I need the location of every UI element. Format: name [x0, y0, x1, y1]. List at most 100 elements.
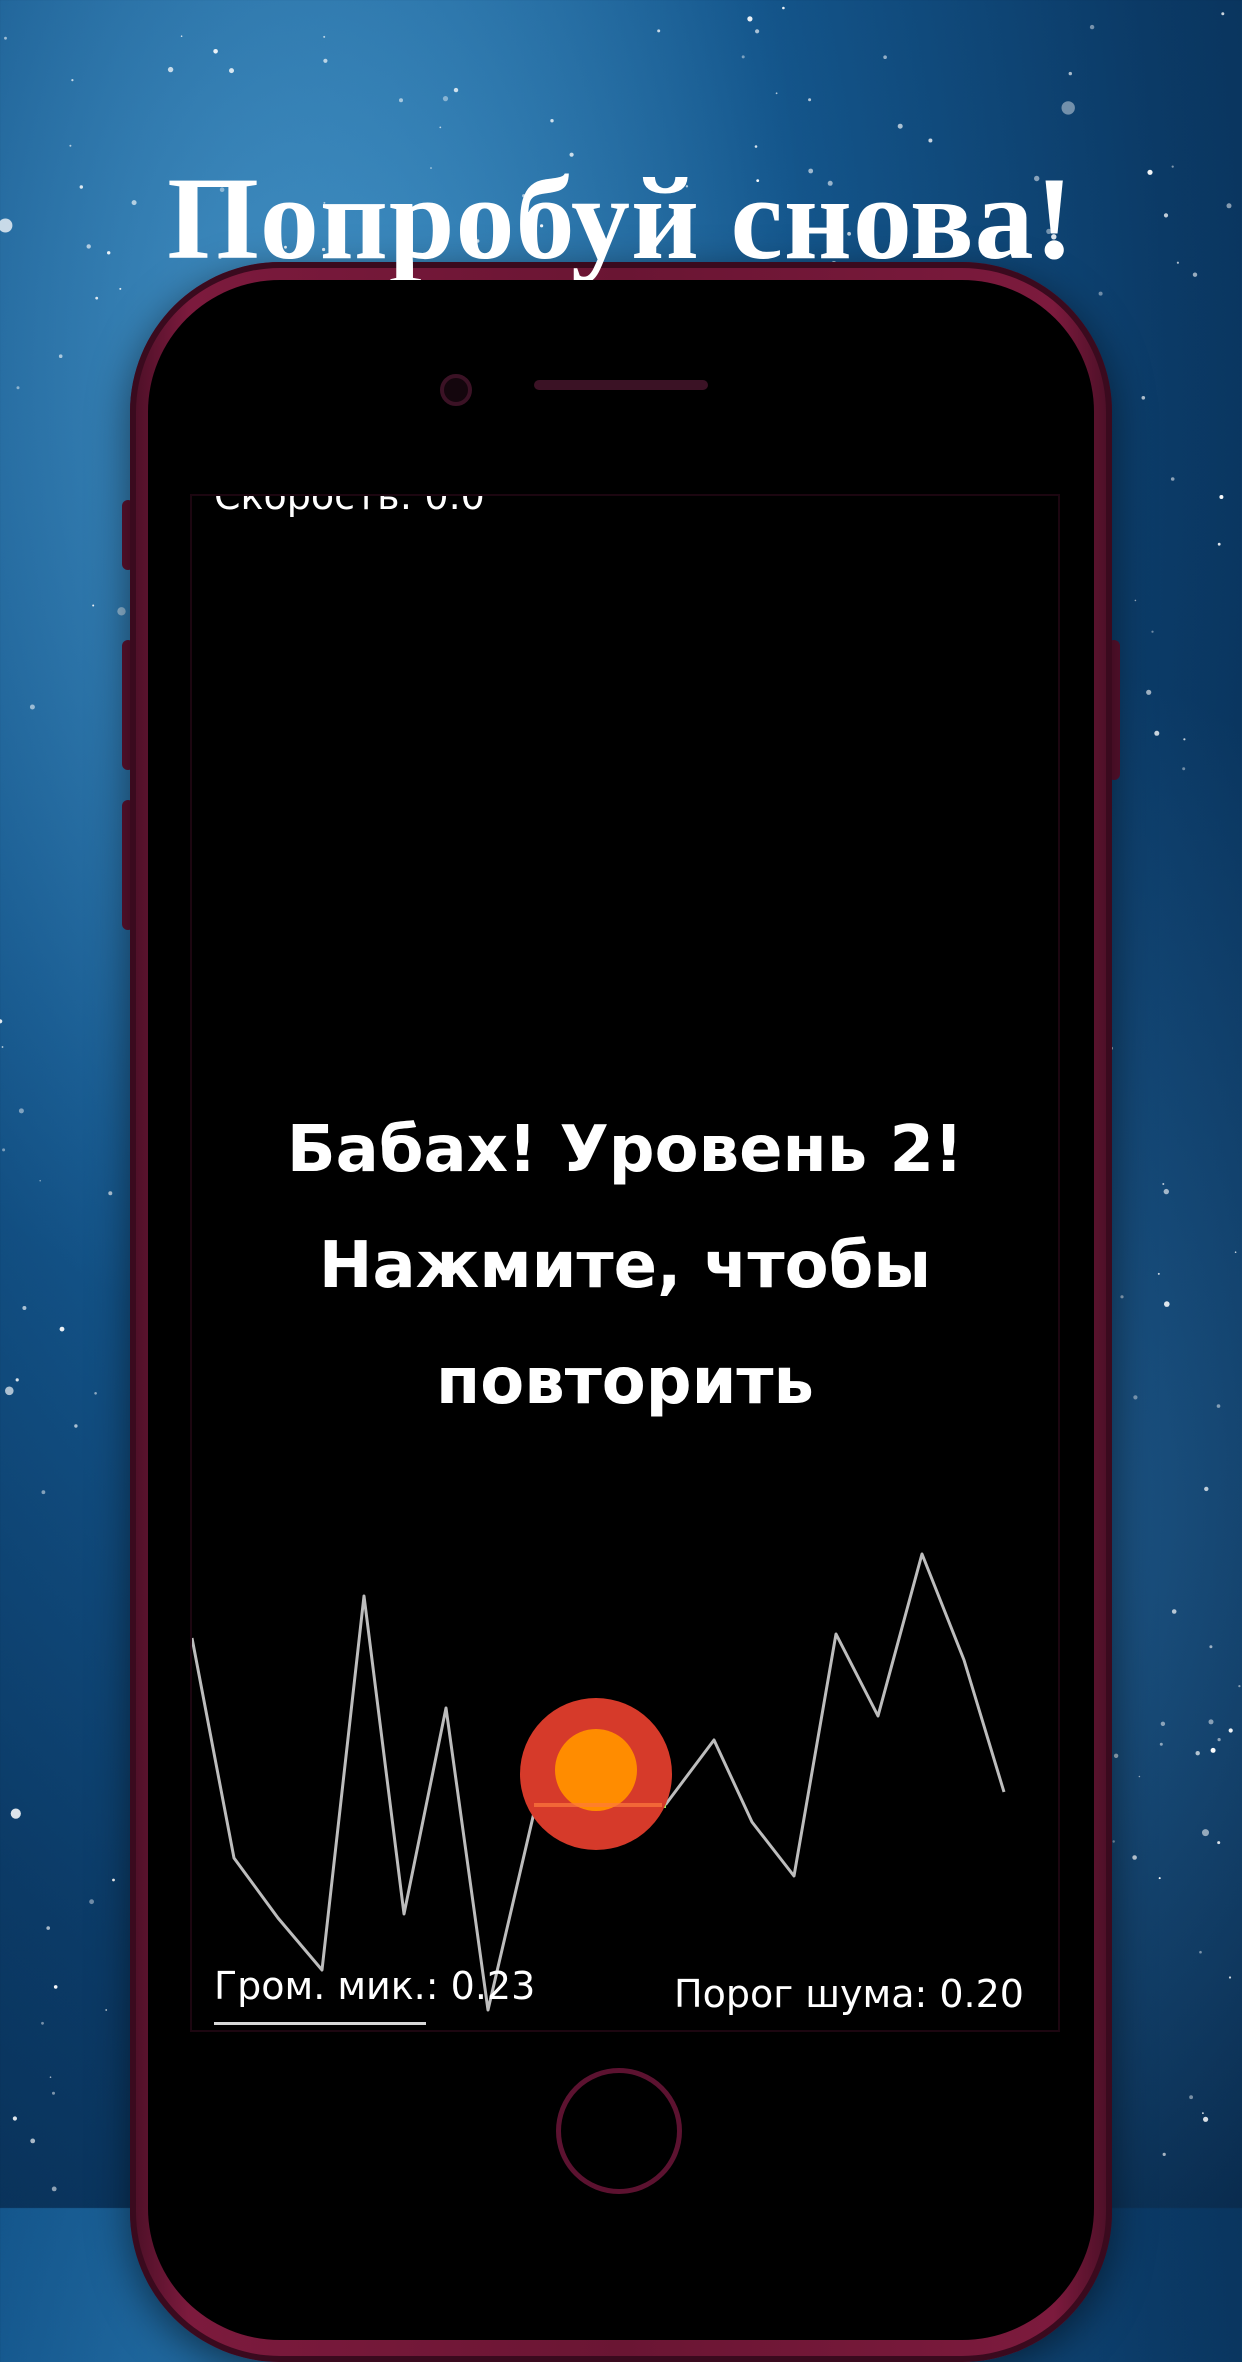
star — [22, 1306, 27, 1310]
star — [1163, 1188, 1170, 1195]
message-line-1: Бабах! Уровень 2! — [286, 1113, 964, 1187]
star — [51, 2186, 57, 2192]
star — [5, 1386, 14, 1396]
star — [167, 66, 174, 73]
star — [1228, 1728, 1233, 1733]
star — [18, 1108, 24, 1114]
star — [213, 49, 218, 54]
star — [1154, 730, 1160, 736]
star — [1221, 12, 1225, 16]
star — [1089, 24, 1095, 30]
earpiece-speaker — [534, 380, 708, 390]
star — [1208, 1719, 1214, 1725]
star — [1068, 71, 1073, 76]
star — [1160, 1721, 1166, 1727]
star — [2, 1148, 6, 1152]
star — [105, 2009, 108, 2011]
star — [95, 296, 99, 300]
star — [16, 386, 20, 390]
message-line-2: Нажмите, чтобы — [318, 1229, 932, 1303]
star — [69, 144, 72, 147]
star — [1146, 689, 1152, 695]
star — [41, 1490, 46, 1495]
star — [180, 35, 183, 37]
star — [58, 354, 63, 359]
star — [1120, 1295, 1124, 1299]
star — [1134, 599, 1137, 602]
star — [117, 607, 126, 616]
star — [1, 1046, 4, 1048]
star — [49, 2076, 52, 2078]
star — [1217, 542, 1221, 546]
star — [1217, 1738, 1221, 1742]
game-over-message[interactable]: Бабах! Уровень 2! Нажмите, чтобы повтори… — [192, 1092, 1058, 1440]
star — [1234, 1251, 1237, 1253]
star — [1113, 1753, 1119, 1759]
star — [112, 1878, 115, 1882]
star — [94, 1392, 97, 1395]
star — [15, 1378, 19, 1382]
message-line-3: повторить — [436, 1345, 814, 1419]
star — [71, 79, 74, 82]
promo-headline: Попробуй снова! — [167, 153, 1075, 285]
star — [755, 29, 760, 34]
star — [59, 1326, 65, 1332]
star — [1182, 767, 1186, 771]
star — [1199, 1950, 1202, 1954]
star — [1157, 1272, 1160, 1275]
star — [229, 68, 234, 74]
star — [1219, 495, 1224, 499]
star — [1195, 1751, 1200, 1756]
game-screen[interactable]: Скорость: 0.0 Бабах! Уровень 2! Нажмите,… — [190, 494, 1060, 2032]
star — [1151, 630, 1154, 633]
star — [1132, 1855, 1137, 1860]
star — [74, 1424, 78, 1428]
star — [1098, 291, 1103, 296]
star — [1112, 1840, 1115, 1843]
camera-icon — [440, 374, 472, 406]
star — [928, 138, 933, 143]
star — [10, 1808, 21, 1819]
star — [1133, 1395, 1138, 1400]
star — [741, 55, 745, 59]
star — [1204, 1486, 1209, 1492]
star — [1202, 2112, 1204, 2115]
star — [439, 126, 442, 129]
star — [1216, 1404, 1221, 1408]
star — [1238, 1685, 1241, 1688]
star — [1162, 1183, 1165, 1185]
star — [550, 119, 554, 123]
star — [41, 2021, 44, 2025]
star — [1158, 1877, 1161, 1880]
star — [1170, 477, 1175, 481]
ball-core — [555, 1729, 637, 1811]
star — [30, 2138, 36, 2144]
star — [808, 98, 812, 102]
mic-volume-bar — [214, 2022, 426, 2025]
star — [897, 123, 903, 129]
star — [323, 58, 328, 63]
star — [1159, 1742, 1163, 1746]
star — [39, 1179, 41, 1182]
star — [1164, 1301, 1170, 1307]
star — [747, 16, 753, 22]
star — [1189, 2095, 1193, 2100]
star — [399, 98, 403, 103]
star — [775, 92, 778, 95]
star — [4, 36, 7, 40]
star — [12, 2116, 17, 2121]
star — [108, 1191, 113, 1196]
star — [323, 35, 326, 38]
noise-threshold-label: Порог шума: 0.20 — [674, 1972, 1024, 2016]
star — [1202, 1829, 1209, 1837]
home-button-icon[interactable] — [556, 2068, 682, 2194]
star — [89, 1899, 94, 1905]
star — [1209, 1645, 1213, 1649]
star — [1061, 101, 1075, 115]
star — [1141, 396, 1146, 400]
star — [1217, 1841, 1221, 1845]
star — [453, 87, 459, 93]
star — [1203, 2116, 1209, 2122]
star — [1210, 1747, 1216, 1753]
star — [92, 604, 95, 607]
